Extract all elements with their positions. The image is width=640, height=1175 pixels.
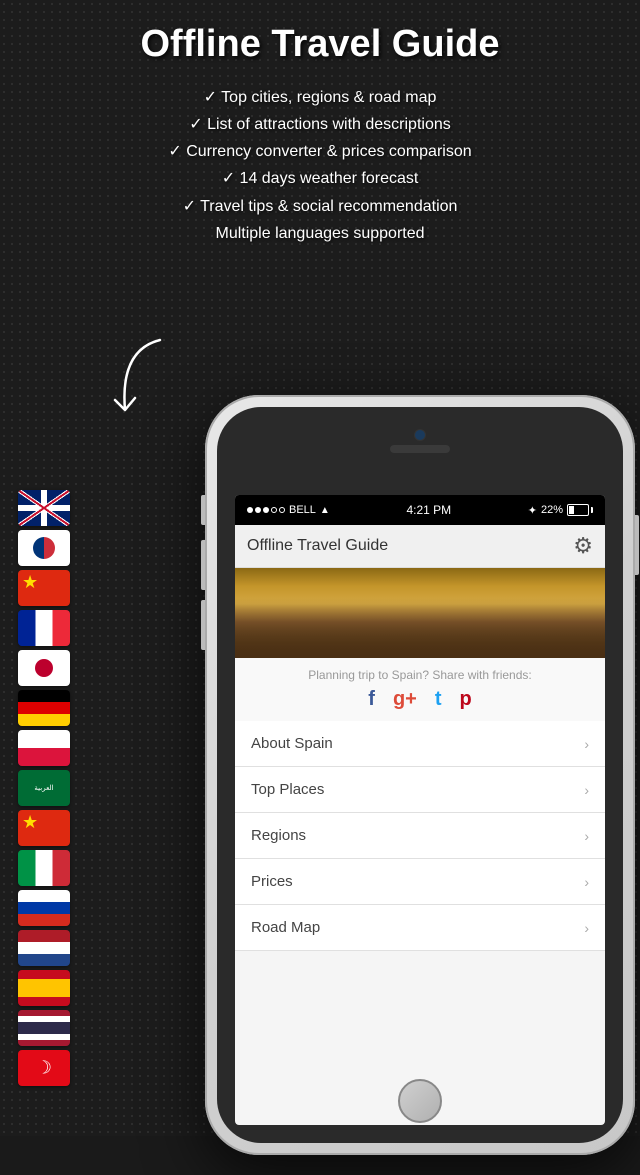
feature-item-2: ✓ List of attractions with descriptions <box>20 111 620 138</box>
flag-de[interactable] <box>18 690 70 726</box>
pinterest-share-button[interactable]: p <box>460 688 472 711</box>
menu-item-label-road-map: Road Map <box>251 919 320 936</box>
menu-item-label-top-places: Top Places <box>251 781 324 798</box>
phone-inner: BELL ▲ 4:21 PM ✦ 22% <box>217 407 623 1143</box>
menu-item-label-regions: Regions <box>251 827 306 844</box>
menu-item-prices[interactable]: Prices › <box>235 859 605 905</box>
menu-item-label-about-spain: About Spain <box>251 735 333 752</box>
volume-down-button <box>201 600 205 650</box>
feature-item-1: ✓ Top cities, regions & road map <box>20 84 620 111</box>
flag-ru[interactable] <box>18 890 70 926</box>
page-title: Offline Travel Guide <box>20 24 620 66</box>
content-wrapper: Offline Travel Guide ✓ Top cities, regio… <box>0 0 640 1136</box>
battery-tip <box>591 507 593 513</box>
status-bar: BELL ▲ 4:21 PM ✦ 22% <box>235 495 605 525</box>
feature-item-5: ✓ Travel tips & social recommendation <box>20 193 620 220</box>
phone-screen: BELL ▲ 4:21 PM ✦ 22% <box>235 495 605 1125</box>
menu-item-road-map[interactable]: Road Map › <box>235 905 605 951</box>
flag-cn2[interactable] <box>18 810 70 846</box>
flag-pl[interactable] <box>18 730 70 766</box>
app-title: Offline Travel Guide <box>247 537 388 555</box>
carrier-label: BELL <box>289 504 316 516</box>
menu-list: About Spain › Top Places › Regions › P <box>235 721 605 951</box>
arrow-icon <box>100 330 180 450</box>
front-camera <box>414 429 426 441</box>
battery-percent: 22% <box>541 504 563 516</box>
volume-up-button <box>201 540 205 590</box>
phone-mockup: BELL ▲ 4:21 PM ✦ 22% <box>180 395 640 1175</box>
home-button[interactable] <box>398 1079 442 1123</box>
social-share-section: Planning trip to Spain? Share with frien… <box>235 658 605 721</box>
settings-gear-icon[interactable]: ⚙ <box>573 533 593 559</box>
feature-item-4: ✓ 14 days weather forecast <box>20 165 620 192</box>
chevron-right-icon-regions: › <box>584 828 589 844</box>
flag-cn[interactable] <box>18 570 70 606</box>
mute-button <box>201 495 205 525</box>
status-time: 4:21 PM <box>406 503 451 517</box>
hero-image <box>235 568 605 658</box>
signal-dot-5 <box>279 507 285 513</box>
flag-it[interactable] <box>18 850 70 886</box>
menu-item-regions[interactable]: Regions › <box>235 813 605 859</box>
features-list: ✓ Top cities, regions & road map ✓ List … <box>0 76 640 253</box>
arrow-area <box>100 330 180 455</box>
app-header: Offline Travel Guide ⚙ <box>235 525 605 568</box>
flag-fr[interactable] <box>18 610 70 646</box>
signal-dots <box>247 507 285 513</box>
signal-dot-3 <box>263 507 269 513</box>
header: Offline Travel Guide <box>0 0 640 76</box>
chevron-right-icon-about-spain: › <box>584 736 589 752</box>
feature-item-6: Multiple languages supported <box>20 220 620 247</box>
facebook-share-button[interactable]: f <box>368 688 375 711</box>
flags-column <box>18 490 70 1086</box>
chevron-right-icon-prices: › <box>584 874 589 890</box>
wifi-icon: ▲ <box>320 505 330 516</box>
flag-kr[interactable] <box>18 530 70 566</box>
phone-outer: BELL ▲ 4:21 PM ✦ 22% <box>205 395 635 1155</box>
chevron-right-icon-road-map: › <box>584 920 589 936</box>
flag-es[interactable] <box>18 970 70 1006</box>
chevron-right-icon-top-places: › <box>584 782 589 798</box>
flag-uk[interactable] <box>18 490 70 526</box>
bluetooth-icon: ✦ <box>528 504 537 517</box>
menu-item-label-prices: Prices <box>251 873 293 890</box>
menu-item-about-spain[interactable]: About Spain › <box>235 721 605 767</box>
power-button <box>635 515 639 575</box>
status-right: ✦ 22% <box>528 504 593 517</box>
googleplus-share-button[interactable]: g+ <box>393 688 417 711</box>
earpiece-speaker <box>390 445 450 453</box>
alhambra-silhouette <box>235 598 605 658</box>
battery-indicator <box>567 504 593 516</box>
share-text: Planning trip to Spain? Share with frien… <box>247 668 593 682</box>
twitter-share-button[interactable]: t <box>435 688 442 711</box>
signal-dot-2 <box>255 507 261 513</box>
menu-item-top-places[interactable]: Top Places › <box>235 767 605 813</box>
flag-th[interactable] <box>18 1010 70 1046</box>
signal-dot-4 <box>271 507 277 513</box>
flag-tr[interactable] <box>18 1050 70 1086</box>
signal-dot-1 <box>247 507 253 513</box>
battery-body <box>567 504 589 516</box>
flag-nl[interactable] <box>18 930 70 966</box>
feature-item-3: ✓ Currency converter & prices comparison <box>20 138 620 165</box>
flag-jp[interactable] <box>18 650 70 686</box>
social-icons-row: f g+ t p <box>247 688 593 711</box>
flag-sa[interactable] <box>18 770 70 806</box>
battery-fill <box>569 506 574 514</box>
status-left: BELL ▲ <box>247 504 330 516</box>
